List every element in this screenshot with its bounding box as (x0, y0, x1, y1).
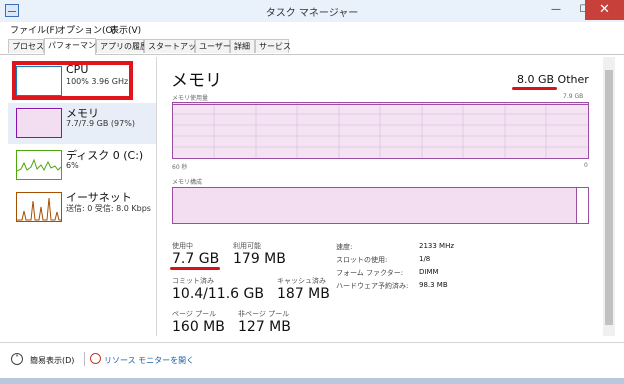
footer-divider (84, 352, 85, 366)
spec-form-factor-value: DIMM (419, 268, 439, 276)
taskbar-edge (0, 378, 624, 384)
spec-slots-value: 1/8 (419, 255, 431, 263)
tab-services[interactable]: サービス (255, 39, 291, 53)
tab-details[interactable]: 詳細 (230, 39, 255, 53)
spec-reserved-label: ハードウェア予約済み: (336, 282, 409, 290)
time-axis-right: 0 (584, 162, 588, 169)
resource-item-ethernet[interactable]: イーサネット 送信: 0 受信: 8.0 Kbps (8, 187, 156, 228)
in-use-value: 7.7 GB (172, 251, 220, 267)
minimize-button[interactable]: — (542, 0, 570, 20)
nonpaged-pool-label: 非ページ プール (238, 310, 290, 318)
ethernet-thumbnail-graph (16, 192, 62, 222)
tab-processes[interactable]: プロセス (8, 39, 44, 53)
page-title: メモリ (171, 71, 222, 91)
resource-detail: 7.7/7.9 GB (97%) (66, 119, 135, 128)
cpu-highlight-box (12, 61, 133, 100)
memory-composition-bar (172, 187, 589, 224)
resource-monitor-icon[interactable] (90, 353, 101, 364)
resource-item-disk[interactable]: ディスク 0 (C:) 6% (8, 145, 156, 186)
window-title: タスク マネージャー (265, 8, 359, 19)
nonpaged-pool-value: 127 MB (238, 319, 291, 335)
spec-reserved-value: 98.3 MB (419, 281, 448, 289)
in-use-label: 使用中 (172, 242, 193, 250)
in-use-underline-annotation (170, 267, 220, 270)
available-label: 利用可能 (233, 242, 261, 250)
tab-performance[interactable]: パフォーマンス (44, 38, 104, 55)
tab-users[interactable]: ユーザー (195, 39, 231, 53)
scrollbar-thumb[interactable] (605, 70, 613, 325)
usage-graph-label: メモリ使用量 (172, 95, 209, 102)
tab-startup[interactable]: スタートアップ (144, 39, 204, 53)
spec-speed-value: 2133 MHz (419, 242, 455, 250)
close-button[interactable]: ✕ (585, 0, 624, 20)
usage-graph-max: 7.9 GB (563, 93, 584, 100)
available-value: 179 MB (233, 251, 286, 267)
spec-speed-label: 速度: (336, 243, 353, 251)
spec-slots-label: スロットの使用: (336, 256, 388, 264)
menu-view[interactable]: 表示(V) (110, 23, 141, 36)
time-axis-left: 60 秒 (172, 164, 188, 171)
cached-value: 187 MB (277, 286, 330, 302)
fewer-details-button[interactable]: 簡易表示(D) (30, 355, 74, 366)
cached-label: キャッシュ済み (277, 277, 326, 285)
memory-usage-graph (172, 102, 589, 159)
spec-form-factor-label: フォーム ファクター: (336, 269, 404, 277)
resource-detail: 6% (66, 161, 79, 170)
resource-detail: 送信: 0 受信: 8.0 Kbps (66, 204, 151, 213)
menu-options[interactable]: オプション(O) (57, 23, 116, 36)
total-underline-annotation (512, 87, 557, 90)
committed-value: 10.4/11.6 GB (172, 286, 264, 302)
menu-file[interactable]: ファイル(F) (10, 23, 58, 36)
tab-app-history[interactable]: アプリの履歴 (96, 39, 148, 53)
disk-thumbnail-graph (16, 150, 62, 180)
paged-pool-label: ページ プール (172, 310, 217, 318)
composition-label: メモリ構成 (172, 179, 203, 186)
chevron-up-icon[interactable]: ˄ (11, 353, 23, 365)
composition-in-use-segment (173, 188, 577, 223)
memory-total: 8.0 GB Other (517, 73, 589, 86)
memory-thumbnail-graph (16, 108, 62, 138)
open-resource-monitor-link[interactable]: リソース モニターを開く (104, 355, 194, 366)
committed-label: コミット済み (172, 277, 214, 285)
paged-pool-value: 160 MB (172, 319, 225, 335)
resource-item-memory[interactable]: メモリ 7.7/7.9 GB (97%) (8, 103, 156, 144)
